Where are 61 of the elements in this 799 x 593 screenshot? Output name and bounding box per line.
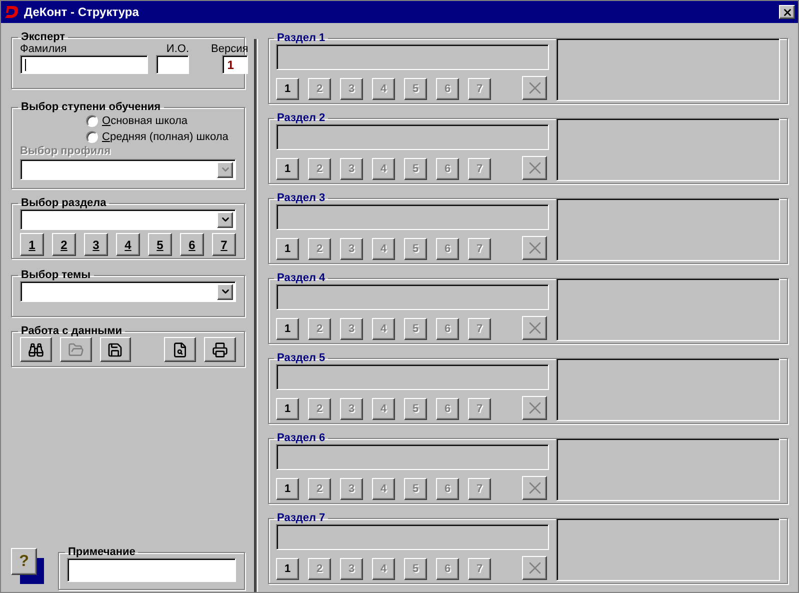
section-title: Раздел 5: [276, 352, 326, 364]
print-button[interactable]: [204, 337, 236, 362]
section-button[interactable]: 7: [212, 233, 236, 256]
logo-icon: [4, 4, 20, 20]
number-button[interactable]: 1: [276, 238, 299, 260]
section-title: Раздел 2: [276, 112, 326, 124]
section-title: Раздел 7: [276, 512, 326, 524]
section-button[interactable]: 5: [148, 233, 172, 256]
section-button[interactable]: 4: [116, 233, 140, 256]
section-button[interactable]: 1: [20, 233, 44, 256]
number-button[interactable]: 1: [276, 78, 299, 100]
section-button[interactable]: 6: [180, 233, 204, 256]
section-field[interactable]: [276, 524, 549, 550]
group-title: Выбор темы: [20, 269, 92, 281]
window-title: ДеКонт - Структура: [24, 5, 140, 19]
section-title: Раздел 1: [276, 32, 326, 44]
group-title: Примечание: [67, 546, 136, 558]
field-label: И.О.: [166, 43, 189, 55]
section-field[interactable]: [276, 204, 549, 230]
group-title: Эксперт: [20, 31, 66, 43]
input-field[interactable]: [156, 55, 189, 74]
section-button[interactable]: 2: [52, 233, 76, 256]
printer-icon: [212, 342, 228, 358]
section-title: Раздел 4: [276, 272, 326, 284]
radio-label[interactable]: Средняя (полная) школа: [102, 131, 228, 143]
field-label: Версия: [211, 43, 248, 55]
close-icon: [782, 6, 792, 18]
folder-icon: [68, 342, 84, 358]
radio-label[interactable]: Основная школа: [102, 115, 188, 127]
input-field[interactable]: [20, 55, 148, 74]
radio-button[interactable]: [86, 115, 98, 127]
dropdown[interactable]: [20, 209, 236, 230]
find-button[interactable]: [20, 337, 52, 362]
section-field[interactable]: [276, 124, 549, 150]
note-field[interactable]: [67, 558, 236, 582]
page-magnifier-icon: [172, 342, 188, 358]
binoculars-icon: [28, 342, 44, 358]
preview-button[interactable]: [164, 337, 196, 362]
radio-button[interactable]: [86, 131, 98, 143]
section-button[interactable]: 3: [84, 233, 108, 256]
close-button[interactable]: [779, 5, 795, 19]
section-field[interactable]: [276, 444, 549, 470]
group-title: Выбор раздела: [20, 197, 108, 209]
dropdown[interactable]: [20, 281, 236, 302]
number-button[interactable]: 1: [276, 398, 299, 420]
field-label: Фамилия: [20, 43, 67, 55]
section-title: Раздел 6: [276, 432, 326, 444]
number-button[interactable]: 1: [276, 478, 299, 500]
number-button[interactable]: 1: [276, 158, 299, 180]
section-field[interactable]: [276, 44, 549, 70]
section-field[interactable]: [276, 284, 549, 310]
save-button[interactable]: [100, 337, 132, 362]
field-label: Выбор профиля: [20, 145, 111, 157]
section-field[interactable]: [276, 364, 549, 390]
group-title: Работа с данными: [20, 325, 123, 337]
dropdown[interactable]: [20, 159, 236, 180]
section-title: Раздел 3: [276, 192, 326, 204]
group-title: Выбор ступени обучения: [20, 101, 162, 113]
number-button[interactable]: 1: [276, 318, 299, 340]
number-button[interactable]: 1: [276, 558, 299, 580]
input-field[interactable]: 1: [222, 55, 248, 74]
